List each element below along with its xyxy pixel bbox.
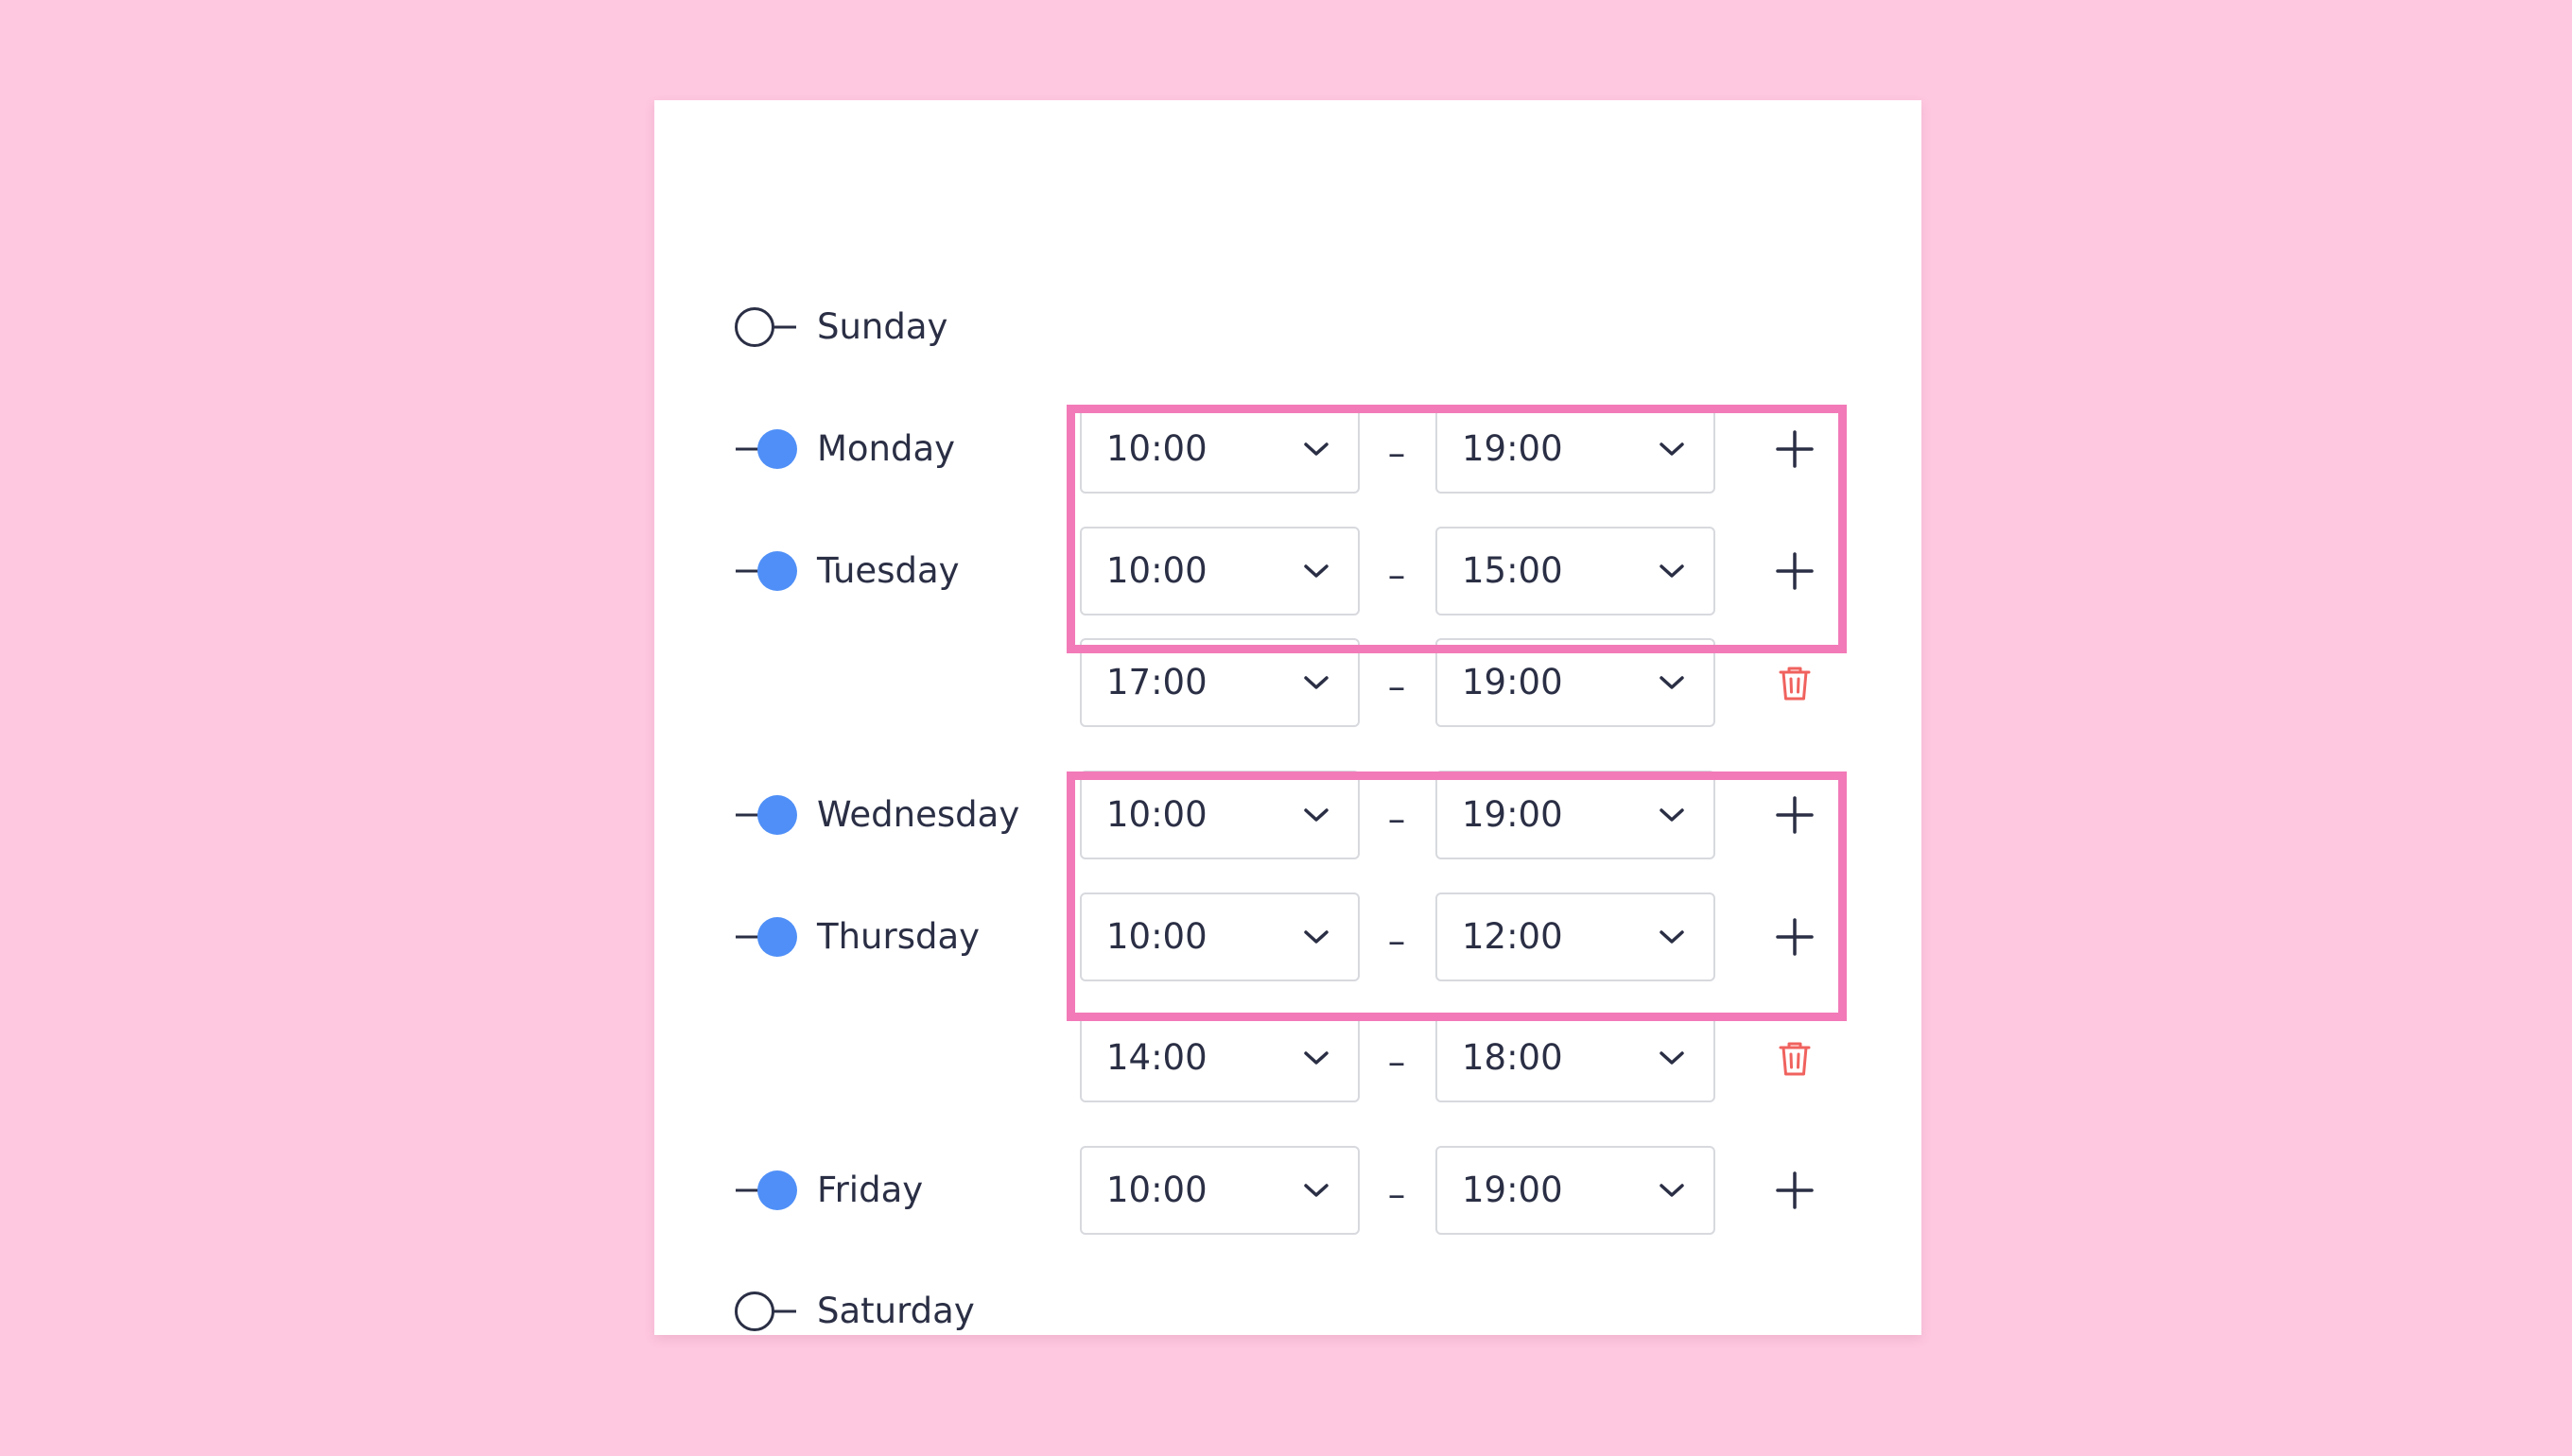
schedule-card: Sunday Monday 10:00 – 19:00 Tuesday 10:0… xyxy=(654,100,1921,1335)
day-row-tuesday: Tuesday 10:00 – 15:00 17:00 – 19:00 xyxy=(654,524,1921,727)
chevron-down-icon xyxy=(1303,1049,1329,1066)
chevron-down-icon xyxy=(1303,563,1329,580)
end-time-select[interactable]: 19:00 xyxy=(1435,1146,1715,1235)
add-slot-button[interactable] xyxy=(1774,794,1816,836)
day-label: Monday xyxy=(817,428,956,469)
add-slot-button[interactable] xyxy=(1774,428,1816,470)
chevron-down-icon xyxy=(1659,806,1685,823)
start-time-value: 10:00 xyxy=(1106,428,1208,469)
time-range-separator: – xyxy=(1387,921,1406,962)
day-toggle-wednesday[interactable] xyxy=(734,794,798,836)
chevron-down-icon xyxy=(1659,674,1685,691)
day-row-wednesday: Wednesday 10:00 – 19:00 xyxy=(654,768,1921,862)
start-time-select[interactable]: 17:00 xyxy=(1080,638,1360,727)
end-time-value: 19:00 xyxy=(1462,1170,1563,1210)
toggle-on-icon xyxy=(736,551,797,591)
toggle-off-icon xyxy=(735,307,796,347)
delete-slot-button[interactable] xyxy=(1774,1037,1816,1079)
chevron-down-icon xyxy=(1659,1049,1685,1066)
start-time-value: 10:00 xyxy=(1106,916,1208,957)
chevron-down-icon xyxy=(1659,1182,1685,1199)
start-time-value: 17:00 xyxy=(1106,662,1208,702)
start-time-value: 10:00 xyxy=(1106,1170,1208,1210)
plus-icon xyxy=(1776,430,1814,468)
day-label: Sunday xyxy=(817,306,948,347)
day-label: Tuesday xyxy=(817,550,960,591)
chevron-down-icon xyxy=(1303,1182,1329,1199)
start-time-value: 14:00 xyxy=(1106,1037,1208,1078)
day-toggle-sunday[interactable] xyxy=(734,306,798,348)
day-toggle-tuesday[interactable] xyxy=(734,550,798,592)
toggle-off-icon xyxy=(735,1291,796,1331)
day-row-saturday: Saturday xyxy=(654,1264,1921,1359)
toggle-on-icon xyxy=(736,429,797,469)
day-toggle-saturday[interactable] xyxy=(734,1291,798,1332)
day-toggle-thursday[interactable] xyxy=(734,916,798,958)
end-time-select[interactable]: 18:00 xyxy=(1435,1014,1715,1102)
time-range-separator: – xyxy=(1387,799,1406,840)
day-row-friday: Friday 10:00 – 19:00 xyxy=(654,1143,1921,1238)
start-time-select[interactable]: 10:00 xyxy=(1080,771,1360,859)
day-label: Thursday xyxy=(817,916,981,957)
end-time-value: 18:00 xyxy=(1462,1037,1563,1078)
day-label: Friday xyxy=(817,1170,924,1210)
toggle-on-icon xyxy=(736,917,797,957)
chevron-down-icon xyxy=(1659,441,1685,458)
plus-icon xyxy=(1776,796,1814,834)
end-time-select[interactable]: 15:00 xyxy=(1435,527,1715,615)
chevron-down-icon xyxy=(1303,441,1329,458)
time-range-separator: – xyxy=(1387,667,1406,707)
start-time-select[interactable]: 14:00 xyxy=(1080,1014,1360,1102)
time-range-separator: – xyxy=(1387,555,1406,596)
day-row-sunday: Sunday xyxy=(654,280,1921,374)
end-time-select[interactable]: 12:00 xyxy=(1435,893,1715,981)
day-toggle-monday[interactable] xyxy=(734,428,798,470)
chevron-down-icon xyxy=(1659,928,1685,945)
add-slot-button[interactable] xyxy=(1774,550,1816,592)
add-slot-button[interactable] xyxy=(1774,916,1816,958)
end-time-value: 19:00 xyxy=(1462,428,1563,469)
day-toggle-friday[interactable] xyxy=(734,1170,798,1211)
chevron-down-icon xyxy=(1659,563,1685,580)
time-range-separator: – xyxy=(1387,1174,1406,1215)
time-range-separator: – xyxy=(1387,433,1406,474)
trash-icon xyxy=(1779,1042,1811,1076)
time-range-separator: – xyxy=(1387,1042,1406,1083)
day-row-monday: Monday 10:00 – 19:00 xyxy=(654,402,1921,496)
plus-icon xyxy=(1776,1171,1814,1209)
start-time-select[interactable]: 10:00 xyxy=(1080,527,1360,615)
toggle-on-icon xyxy=(736,1170,797,1210)
chevron-down-icon xyxy=(1303,928,1329,945)
end-time-value: 12:00 xyxy=(1462,916,1563,957)
day-label: Wednesday xyxy=(817,794,1020,835)
start-time-select[interactable]: 10:00 xyxy=(1080,893,1360,981)
end-time-select[interactable]: 19:00 xyxy=(1435,771,1715,859)
chevron-down-icon xyxy=(1303,674,1329,691)
end-time-value: 19:00 xyxy=(1462,794,1563,835)
add-slot-button[interactable] xyxy=(1774,1170,1816,1211)
end-time-select[interactable]: 19:00 xyxy=(1435,405,1715,494)
end-time-value: 19:00 xyxy=(1462,662,1563,702)
toggle-on-icon xyxy=(736,795,797,835)
start-time-value: 10:00 xyxy=(1106,794,1208,835)
delete-slot-button[interactable] xyxy=(1774,662,1816,703)
day-row-thursday: Thursday 10:00 – 12:00 14:00 – 18:00 xyxy=(654,890,1921,1102)
end-time-value: 15:00 xyxy=(1462,550,1563,591)
start-time-select[interactable]: 10:00 xyxy=(1080,1146,1360,1235)
plus-icon xyxy=(1776,918,1814,956)
trash-icon xyxy=(1779,667,1811,701)
plus-icon xyxy=(1776,552,1814,590)
chevron-down-icon xyxy=(1303,806,1329,823)
start-time-value: 10:00 xyxy=(1106,550,1208,591)
start-time-select[interactable]: 10:00 xyxy=(1080,405,1360,494)
end-time-select[interactable]: 19:00 xyxy=(1435,638,1715,727)
day-label: Saturday xyxy=(817,1291,975,1331)
